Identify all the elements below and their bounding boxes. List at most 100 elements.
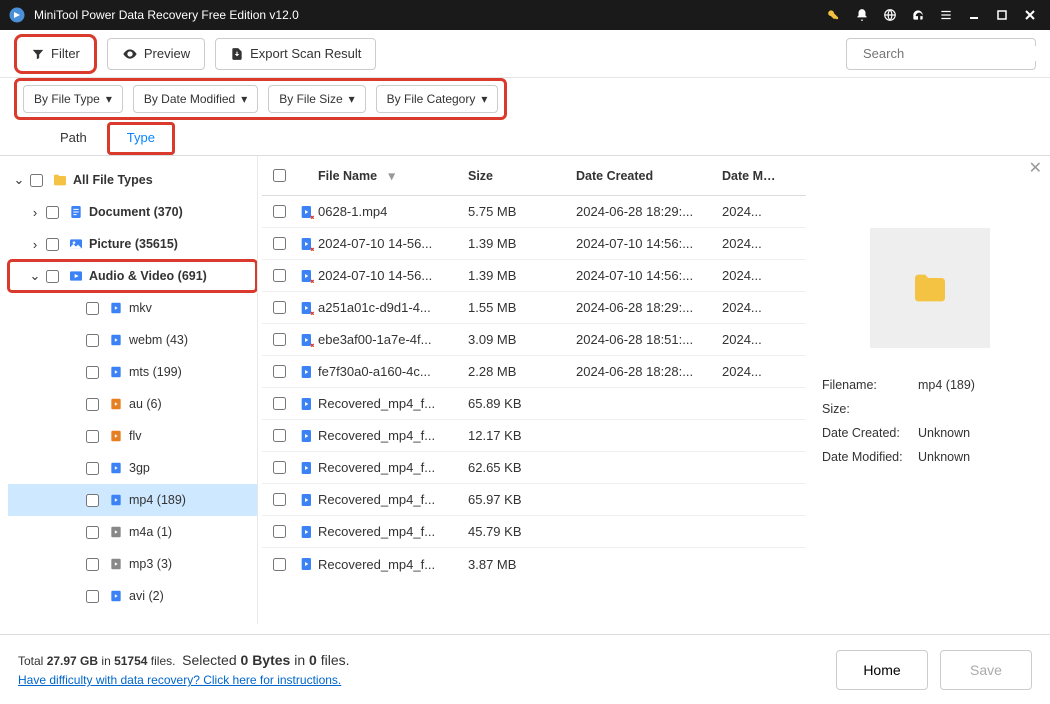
table-row[interactable]: a251a01c-d9d1-4...1.55 MB2024-06-28 18:2… [262, 292, 806, 324]
row-checkbox[interactable] [273, 237, 286, 250]
tab-type[interactable]: Type [107, 122, 175, 155]
tree-checkbox[interactable] [86, 366, 99, 379]
row-checkbox[interactable] [273, 205, 286, 218]
tree-checkbox[interactable] [86, 334, 99, 347]
col-size[interactable]: Size [468, 169, 576, 183]
home-button[interactable]: Home [836, 650, 928, 690]
col-modified[interactable]: Date Modif [722, 169, 780, 183]
preview-button[interactable]: Preview [107, 38, 205, 70]
help-link[interactable]: Have difficulty with data recovery? Clic… [18, 673, 341, 687]
col-created[interactable]: Date Created [576, 169, 722, 183]
search-input[interactable] [863, 46, 1039, 61]
tree-item[interactable]: avi (2) [8, 580, 257, 612]
menu-icon[interactable] [934, 3, 958, 27]
row-checkbox[interactable] [273, 525, 286, 538]
tree-checkbox[interactable] [46, 206, 59, 219]
cell-filename: ebe3af00-1a7e-4f... [318, 332, 468, 347]
cell-modified: 2024... [722, 364, 780, 379]
tree-item-label: mts (199) [129, 365, 182, 379]
tree-all-file-types[interactable]: ⌄ All File Types [8, 164, 257, 196]
bell-icon[interactable] [850, 3, 874, 27]
tree-checkbox[interactable] [86, 302, 99, 315]
file-type-icon [107, 491, 125, 509]
tree-item[interactable]: flv [8, 420, 257, 452]
tree-item[interactable]: webm (43) [8, 324, 257, 356]
by-date-modified-filter[interactable]: By Date Modified▾ [133, 85, 258, 113]
tab-path[interactable]: Path [40, 122, 107, 155]
tree-checkbox[interactable] [86, 526, 99, 539]
cell-created: 2024-07-10 14:56:... [576, 268, 722, 283]
row-checkbox[interactable] [273, 493, 286, 506]
globe-icon[interactable] [878, 3, 902, 27]
table-row[interactable]: 2024-07-10 14-56...1.39 MB2024-07-10 14:… [262, 260, 806, 292]
tree-audio-video[interactable]: ⌄ Audio & Video (691) [8, 260, 257, 292]
by-file-size-filter[interactable]: By File Size▾ [268, 85, 365, 113]
tree-checkbox[interactable] [86, 494, 99, 507]
by-file-category-filter[interactable]: By File Category▾ [376, 85, 499, 113]
tree-item[interactable]: mp3 (3) [8, 548, 257, 580]
tree-item[interactable]: 3gp [8, 452, 257, 484]
search-box[interactable] [846, 38, 1036, 70]
tree-document[interactable]: › Document (370) [8, 196, 257, 228]
tree-picture[interactable]: › Picture (35615) [8, 228, 257, 260]
tree-checkbox[interactable] [86, 398, 99, 411]
table-row[interactable]: Recovered_mp4_f...45.79 KB [262, 516, 806, 548]
maximize-button[interactable] [990, 3, 1014, 27]
tree-item[interactable]: m4a (1) [8, 516, 257, 548]
save-button[interactable]: Save [940, 650, 1032, 690]
row-checkbox[interactable] [273, 269, 286, 282]
video-icon [67, 267, 85, 285]
minimize-button[interactable] [962, 3, 986, 27]
table-row[interactable]: Recovered_mp4_f...65.89 KB [262, 388, 806, 420]
table-row[interactable]: 2024-07-10 14-56...1.39 MB2024-07-10 14:… [262, 228, 806, 260]
tree-checkbox[interactable] [86, 558, 99, 571]
tree-item-label: 3gp [129, 461, 150, 475]
tree-item[interactable]: mts (199) [8, 356, 257, 388]
footer: Total 27.97 GB in 51754 files. Selected … [0, 634, 1050, 704]
tree-checkbox[interactable] [30, 174, 43, 187]
cell-modified: 2024... [722, 204, 780, 219]
export-button[interactable]: Export Scan Result [215, 38, 376, 70]
row-checkbox[interactable] [273, 301, 286, 314]
tree-item-label: mkv [129, 301, 152, 315]
cell-filename: a251a01c-d9d1-4... [318, 300, 468, 315]
expand-icon[interactable]: › [28, 237, 42, 252]
close-button[interactable] [1018, 3, 1042, 27]
table-row[interactable]: Recovered_mp4_f...65.97 KB [262, 484, 806, 516]
detail-created-key: Date Created: [822, 426, 918, 440]
table-row[interactable]: Recovered_mp4_f...62.65 KB [262, 452, 806, 484]
tree-checkbox[interactable] [86, 430, 99, 443]
collapse-icon[interactable]: ⌄ [12, 172, 26, 188]
tree-checkbox[interactable] [46, 238, 59, 251]
table-row[interactable]: 0628-1.mp45.75 MB2024-06-28 18:29:...202… [262, 196, 806, 228]
tree-item[interactable]: mkv [8, 292, 257, 324]
filter-button[interactable]: Filter [14, 34, 97, 74]
table-row[interactable]: ebe3af00-1a7e-4f...3.09 MB2024-06-28 18:… [262, 324, 806, 356]
key-icon[interactable] [822, 3, 846, 27]
row-checkbox[interactable] [273, 365, 286, 378]
table-row[interactable]: Recovered_mp4_f...3.87 MB [262, 548, 806, 580]
tree-item[interactable]: mp4 (189) [8, 484, 257, 516]
expand-icon[interactable]: › [28, 205, 42, 220]
tree-checkbox[interactable] [86, 590, 99, 603]
row-checkbox[interactable] [273, 558, 286, 571]
col-filename[interactable]: File Name ▾ [318, 168, 468, 183]
select-all-checkbox[interactable] [273, 169, 286, 182]
row-checkbox[interactable] [273, 429, 286, 442]
collapse-icon[interactable]: ⌄ [28, 268, 42, 284]
table-row[interactable]: fe7f30a0-a160-4c...2.28 MB2024-06-28 18:… [262, 356, 806, 388]
row-checkbox[interactable] [273, 461, 286, 474]
close-details-button[interactable]: ✕ [1029, 158, 1042, 178]
tree-item-label: webm (43) [129, 333, 188, 347]
tree-item[interactable]: au (6) [8, 388, 257, 420]
tree-checkbox[interactable] [46, 270, 59, 283]
cell-created: 2024-06-28 18:28:... [576, 364, 722, 379]
by-file-type-filter[interactable]: By File Type▾ [23, 85, 123, 113]
row-checkbox[interactable] [273, 397, 286, 410]
file-type-icon [107, 523, 125, 541]
headset-icon[interactable] [906, 3, 930, 27]
table-row[interactable]: Recovered_mp4_f...12.17 KB [262, 420, 806, 452]
cell-filename: Recovered_mp4_f... [318, 396, 468, 411]
tree-checkbox[interactable] [86, 462, 99, 475]
row-checkbox[interactable] [273, 333, 286, 346]
